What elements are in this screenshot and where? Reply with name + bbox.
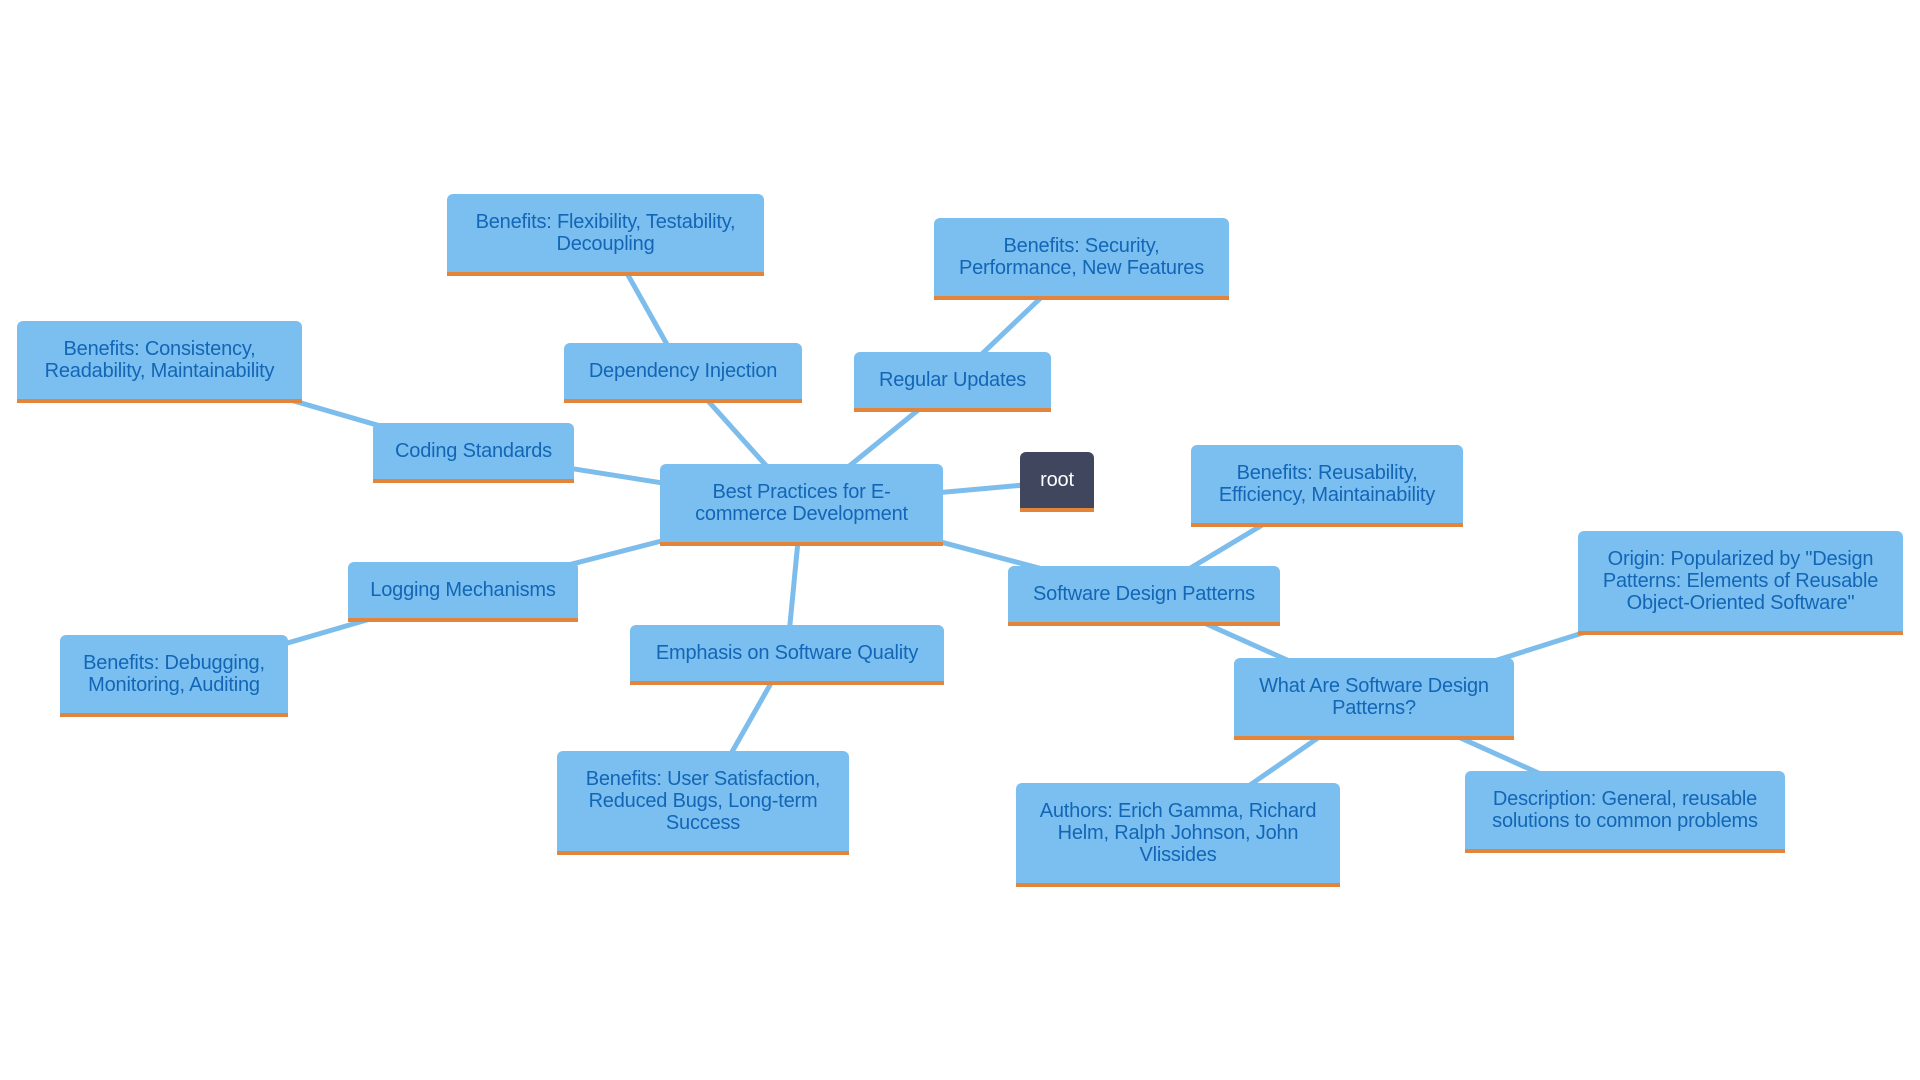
node-label: What Are Software Design Patterns? (1259, 675, 1489, 719)
node-center-topic[interactable]: Best Practices for E-commerce Developmen… (660, 464, 943, 546)
node-label: Emphasis on Software Quality (655, 642, 919, 664)
node-label: Dependency Injection (588, 360, 778, 382)
node-label: Benefits: Consistency, Readability, Main… (44, 338, 275, 382)
node-software-design-patterns[interactable]: Software Design Patterns (1008, 566, 1280, 626)
node-label: Authors: Erich Gamma, Richard Helm, Ralp… (1039, 800, 1317, 866)
node-updates-benefits[interactable]: Benefits: Security, Performance, New Fea… (934, 218, 1229, 300)
node-logging-mechanisms[interactable]: Logging Mechanisms (348, 562, 578, 622)
node-label: Benefits: Debugging, Monitoring, Auditin… (83, 652, 265, 696)
node-label: Best Practices for E-commerce Developmen… (695, 481, 908, 525)
node-label: Benefits: Flexibility, Testability, Deco… (475, 211, 736, 255)
node-coding-standards[interactable]: Coding Standards (373, 423, 574, 483)
node-label: Origin: Popularized by "Design Patterns:… (1602, 548, 1879, 614)
node-label: Software Design Patterns (1033, 583, 1255, 605)
node-quality-benefits[interactable]: Benefits: User Satisfaction, Reduced Bug… (557, 751, 849, 855)
node-label: Description: General, reusable solutions… (1492, 788, 1758, 832)
node-description[interactable]: Description: General, reusable solutions… (1465, 771, 1785, 853)
node-label: Regular Updates (878, 369, 1027, 391)
node-label: Benefits: Reusability, Efficiency, Maint… (1218, 462, 1436, 506)
node-software-quality[interactable]: Emphasis on Software Quality (630, 625, 944, 685)
node-logging-benefits[interactable]: Benefits: Debugging, Monitoring, Auditin… (60, 635, 288, 717)
node-label: Benefits: Security, Performance, New Fea… (958, 235, 1205, 279)
node-authors[interactable]: Authors: Erich Gamma, Richard Helm, Ralp… (1016, 783, 1340, 887)
node-label: root (1040, 469, 1074, 491)
mind-map-canvas: Benefits: Flexibility, Testability, Deco… (0, 0, 1920, 1080)
node-dependency-injection[interactable]: Dependency Injection (564, 343, 802, 403)
node-di-benefits[interactable]: Benefits: Flexibility, Testability, Deco… (447, 194, 764, 276)
node-label: Benefits: User Satisfaction, Reduced Bug… (585, 768, 821, 834)
node-origin[interactable]: Origin: Popularized by "Design Patterns:… (1578, 531, 1903, 635)
node-label: Logging Mechanisms (370, 579, 556, 601)
node-coding-benefits[interactable]: Benefits: Consistency, Readability, Main… (17, 321, 302, 403)
node-regular-updates[interactable]: Regular Updates (854, 352, 1051, 412)
node-root[interactable]: root (1020, 452, 1094, 512)
node-label: Coding Standards (395, 440, 552, 462)
node-patterns-benefits[interactable]: Benefits: Reusability, Efficiency, Maint… (1191, 445, 1463, 527)
node-what-are-patterns[interactable]: What Are Software Design Patterns? (1234, 658, 1514, 740)
